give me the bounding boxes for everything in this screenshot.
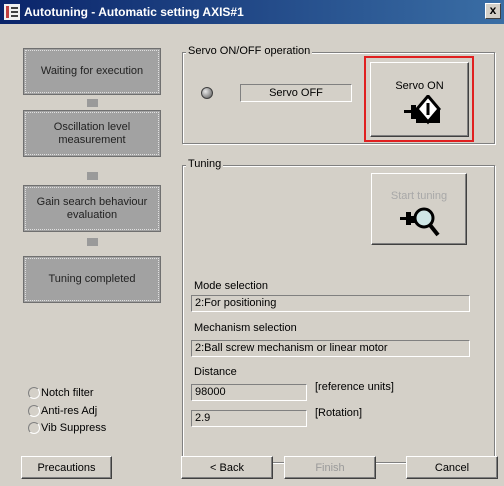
mechanism-selection-field: 2:Ball screw mechanism or linear motor <box>191 340 470 357</box>
window-title: Autotuning - Automatic setting AXIS#1 <box>24 5 244 19</box>
app-icon <box>4 4 20 20</box>
mechanism-selection-label: Mechanism selection <box>194 322 297 334</box>
servo-on-label: Servo ON <box>395 80 444 92</box>
tuning-group-title: Tuning <box>186 158 224 170</box>
finish-button[interactable]: Finish <box>284 456 376 479</box>
distance-unit: [reference units] <box>315 381 394 393</box>
step-connector <box>87 172 98 180</box>
close-button[interactable]: x <box>485 3 501 19</box>
start-tuning-label: Start tuning <box>390 190 448 202</box>
servo-status-led <box>201 87 213 99</box>
precautions-button[interactable]: Precautions <box>21 456 112 479</box>
step-oscillation: Oscillation level measurement <box>23 110 161 157</box>
close-icon: x <box>489 3 497 17</box>
rotation-unit: [Rotation] <box>315 407 363 419</box>
power-switch-icon <box>404 95 441 125</box>
start-tuning-button[interactable]: Start tuning <box>371 173 467 245</box>
distance-label: Distance <box>194 366 237 378</box>
servo-on-button[interactable]: Servo ON <box>370 62 469 137</box>
mode-selection-label: Mode selection <box>194 280 268 292</box>
title-bar: Autotuning - Automatic setting AXIS#1 x <box>0 0 504 24</box>
back-button[interactable]: < Back <box>181 456 273 479</box>
step-completed: Tuning completed <box>23 256 161 303</box>
distance-field: 98000 <box>191 384 307 401</box>
step-connector <box>87 99 98 107</box>
notch-filter-label: Notch filter <box>41 387 94 399</box>
mode-selection-field: 2:For positioning <box>191 295 470 312</box>
step-waiting: Waiting for execution <box>23 48 161 95</box>
step-gain-search: Gain search behaviour evaluation <box>23 185 161 232</box>
cancel-button[interactable]: Cancel <box>406 456 498 479</box>
step-connector <box>87 238 98 246</box>
servo-group-title: Servo ON/OFF operation <box>186 45 313 57</box>
anti-res-indicator <box>28 405 40 417</box>
notch-filter-indicator <box>28 387 40 399</box>
vib-suppress-label: Vib Suppress <box>41 422 107 434</box>
servo-status-display: Servo OFF <box>240 84 352 102</box>
rotation-field: 2.9 <box>191 410 307 427</box>
anti-res-label: Anti-res Adj <box>41 405 98 417</box>
magnifier-icon <box>400 207 440 237</box>
autotuning-dialog: Autotuning - Automatic setting AXIS#1 x … <box>0 0 504 486</box>
vib-suppress-indicator <box>28 422 40 434</box>
